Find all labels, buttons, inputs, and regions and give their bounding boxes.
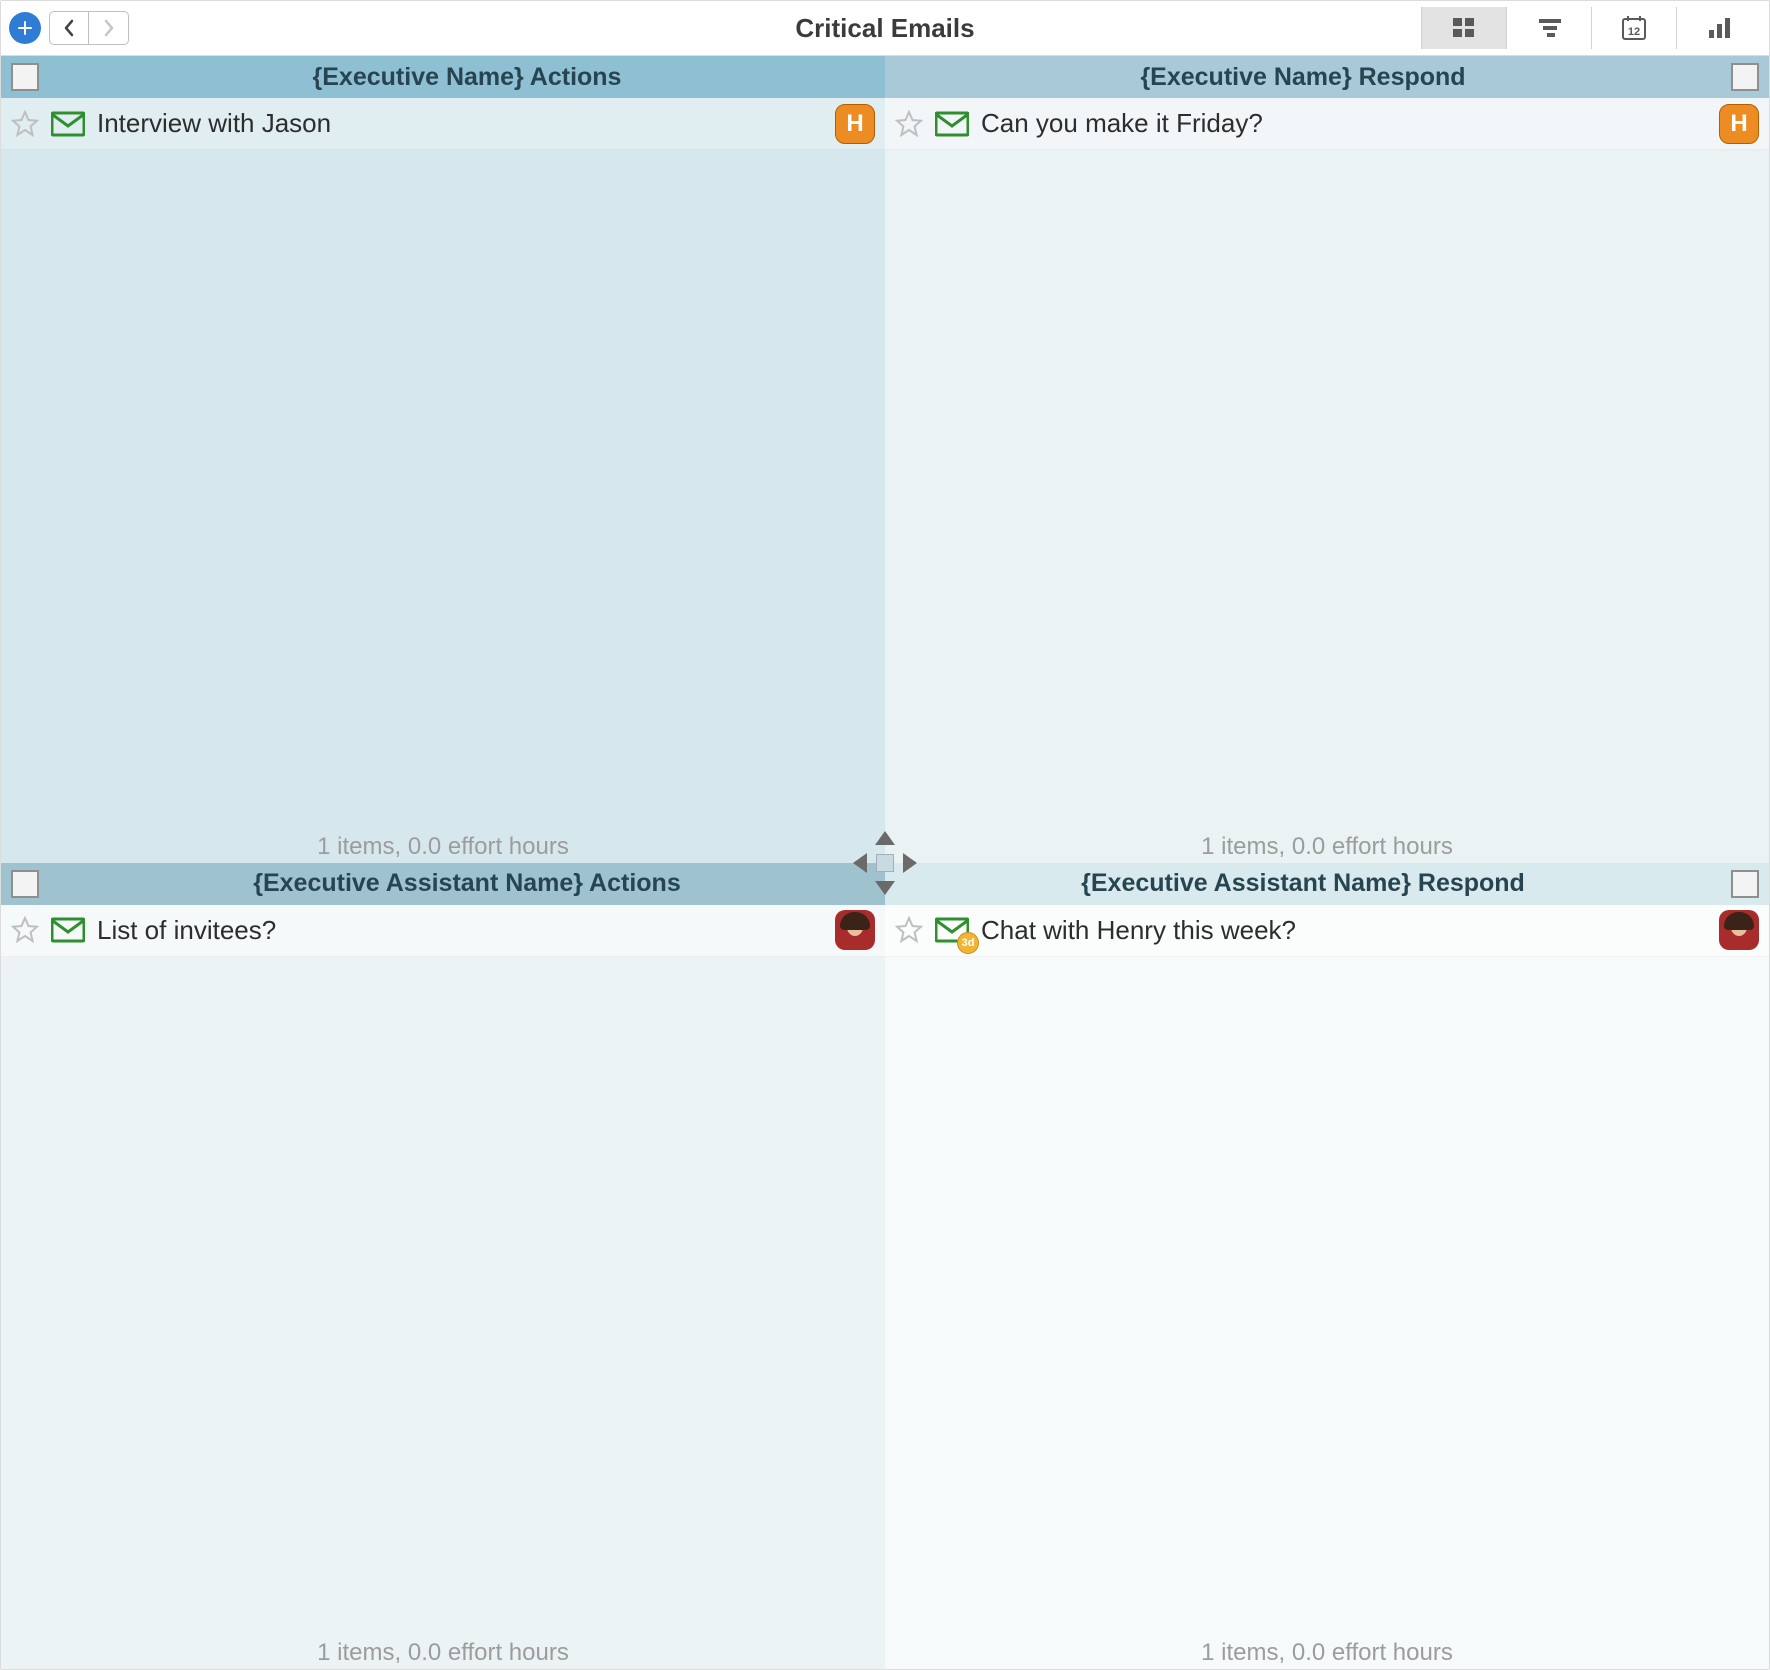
quadrant-grid: {Executive Name} Actions Interview with … <box>1 56 1769 1669</box>
quadrant-summary-br: 1 items, 0.0 effort hours <box>885 1639 1769 1667</box>
select-all-checkbox-tl[interactable] <box>11 63 39 91</box>
add-button[interactable] <box>9 12 41 44</box>
assignee-avatar[interactable]: H <box>835 104 875 144</box>
pan-right-icon[interactable] <box>903 853 917 873</box>
select-all-checkbox-bl[interactable] <box>11 870 39 898</box>
quadrant-tr: {Executive Name} Respond Can you make it… <box>885 56 1769 863</box>
mail-icon-wrap <box>935 110 969 138</box>
select-all-checkbox-tr[interactable] <box>1731 63 1759 91</box>
quadrant-body-tr[interactable]: Can you make it Friday? H 1 items, 0.0 e… <box>885 98 1769 863</box>
task-row[interactable]: Can you make it Friday? H <box>885 98 1769 150</box>
gantt-icon <box>1535 14 1563 42</box>
task-title: Can you make it Friday? <box>981 108 1707 139</box>
task-row[interactable]: 3d Chat with Henry this week? <box>885 905 1769 957</box>
mail-icon-wrap: 3d <box>935 916 969 944</box>
pan-center-handle[interactable] <box>876 854 894 872</box>
star-icon[interactable] <box>11 110 39 138</box>
quadrant-header-bl: {Executive Assistant Name} Actions <box>1 863 885 905</box>
quadrant-header-tl: {Executive Name} Actions <box>1 56 885 98</box>
quadrant-title-tr: {Executive Name} Respond <box>885 63 1721 92</box>
toolbar-left-tools <box>9 11 129 45</box>
toolbar: Critical Emails <box>1 1 1769 56</box>
grid-icon <box>1450 14 1478 42</box>
quadrant-header-tr: {Executive Name} Respond <box>885 56 1769 98</box>
view-dashboard-button[interactable] <box>1676 7 1761 49</box>
task-title: Interview with Jason <box>97 108 823 139</box>
star-icon[interactable] <box>895 110 923 138</box>
nav-back-button[interactable] <box>49 11 89 45</box>
quadrant-body-tl[interactable]: Interview with Jason H 1 items, 0.0 effo… <box>1 98 885 863</box>
quadrant-title-tl: {Executive Name} Actions <box>49 63 885 92</box>
quadrant-tl: {Executive Name} Actions Interview with … <box>1 56 885 863</box>
pan-down-icon[interactable] <box>875 881 895 895</box>
chevron-left-icon <box>62 19 76 37</box>
quadrant-summary-bl: 1 items, 0.0 effort hours <box>1 1639 885 1667</box>
calendar-date: 12 <box>1628 26 1640 38</box>
task-row[interactable]: Interview with Jason H <box>1 98 885 150</box>
plus-icon <box>18 21 32 35</box>
nav-buttons <box>49 11 129 45</box>
view-gantt-button[interactable] <box>1506 7 1591 49</box>
quadrant-bl: {Executive Assistant Name} Actions List … <box>1 863 885 1670</box>
quadrant-title-br: {Executive Assistant Name} Respond <box>885 869 1721 898</box>
quadrant-title-bl: {Executive Assistant Name} Actions <box>49 869 885 898</box>
assignee-avatar[interactable] <box>1719 910 1759 950</box>
select-all-checkbox-br[interactable] <box>1731 870 1759 898</box>
quadrant-summary-tr: 1 items, 0.0 effort hours <box>885 833 1769 861</box>
star-icon[interactable] <box>895 916 923 944</box>
quadrant-header-br: {Executive Assistant Name} Respond <box>885 863 1769 905</box>
mail-icon <box>935 110 969 138</box>
quadrant-summary-tl: 1 items, 0.0 effort hours <box>1 833 885 861</box>
view-calendar-button[interactable]: 12 <box>1591 7 1676 49</box>
quadrant-br: {Executive Assistant Name} Respond 3d Ch… <box>885 863 1769 1670</box>
page-title: Critical Emails <box>795 13 974 44</box>
task-title: Chat with Henry this week? <box>981 915 1707 946</box>
task-title: List of invitees? <box>97 915 823 946</box>
quadrant-body-br[interactable]: 3d Chat with Henry this week? 1 items, 0… <box>885 905 1769 1670</box>
calendar-icon: 12 <box>1620 14 1648 42</box>
due-badge: 3d <box>957 932 979 954</box>
toolbar-right-tools: 12 <box>1421 7 1761 49</box>
pan-up-icon[interactable] <box>875 831 895 845</box>
task-row[interactable]: List of invitees? <box>1 905 885 957</box>
mail-icon-wrap <box>51 916 85 944</box>
view-grid-button[interactable] <box>1421 7 1506 49</box>
chevron-right-icon <box>102 19 116 37</box>
mail-icon <box>51 110 85 138</box>
assignee-avatar[interactable] <box>835 910 875 950</box>
assignee-avatar[interactable]: H <box>1719 104 1759 144</box>
mail-icon <box>51 916 85 944</box>
star-icon[interactable] <box>11 916 39 944</box>
mail-icon-wrap <box>51 110 85 138</box>
nav-forward-button[interactable] <box>89 11 129 45</box>
app-window: Critical Emails <box>0 0 1770 1670</box>
quadrant-body-bl[interactable]: List of invitees? 1 items, 0.0 effort ho… <box>1 905 885 1670</box>
pan-left-icon[interactable] <box>853 853 867 873</box>
bar-chart-icon <box>1705 14 1733 42</box>
